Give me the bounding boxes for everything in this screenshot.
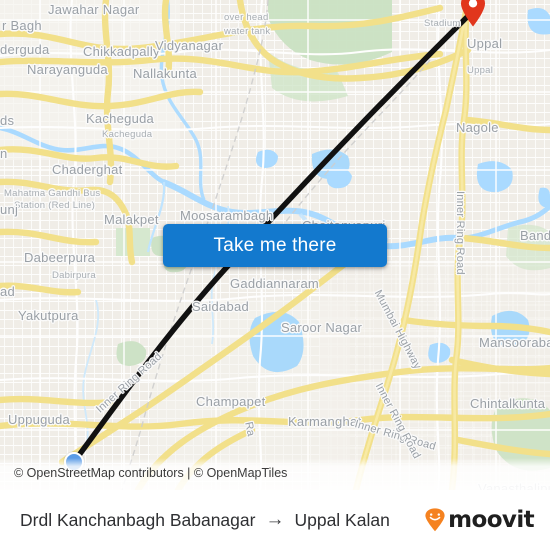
map-viewport[interactable]: r Bagh Jawahar Nagar derguda Chikkadpally Vi… [0,0,550,490]
moovit-logo[interactable]: moovit [424,506,535,533]
map-attribution[interactable]: © OpenStreetMap contributors | © OpenMap… [14,466,287,480]
map-route-screen: r Bagh Jawahar Nagar derguda Chikkadpally Vi… [0,0,550,550]
arrow-right-icon: → [265,508,285,530]
destination-pin[interactable] [460,0,486,27]
trip-destination-label: Uppal Kalan [294,509,390,530]
trip-summary: Drdl Kanchanbagh Babanagar → Uppal Kalan [20,510,390,531]
moovit-pin-icon [425,508,445,532]
take-me-there-button[interactable]: Take me there [163,224,387,267]
trip-footer: Drdl Kanchanbagh Babanagar → Uppal Kalan… [0,490,550,550]
moovit-wordmark: moovit [448,506,534,533]
trip-origin-label: Drdl Kanchanbagh Babanagar [20,509,256,530]
